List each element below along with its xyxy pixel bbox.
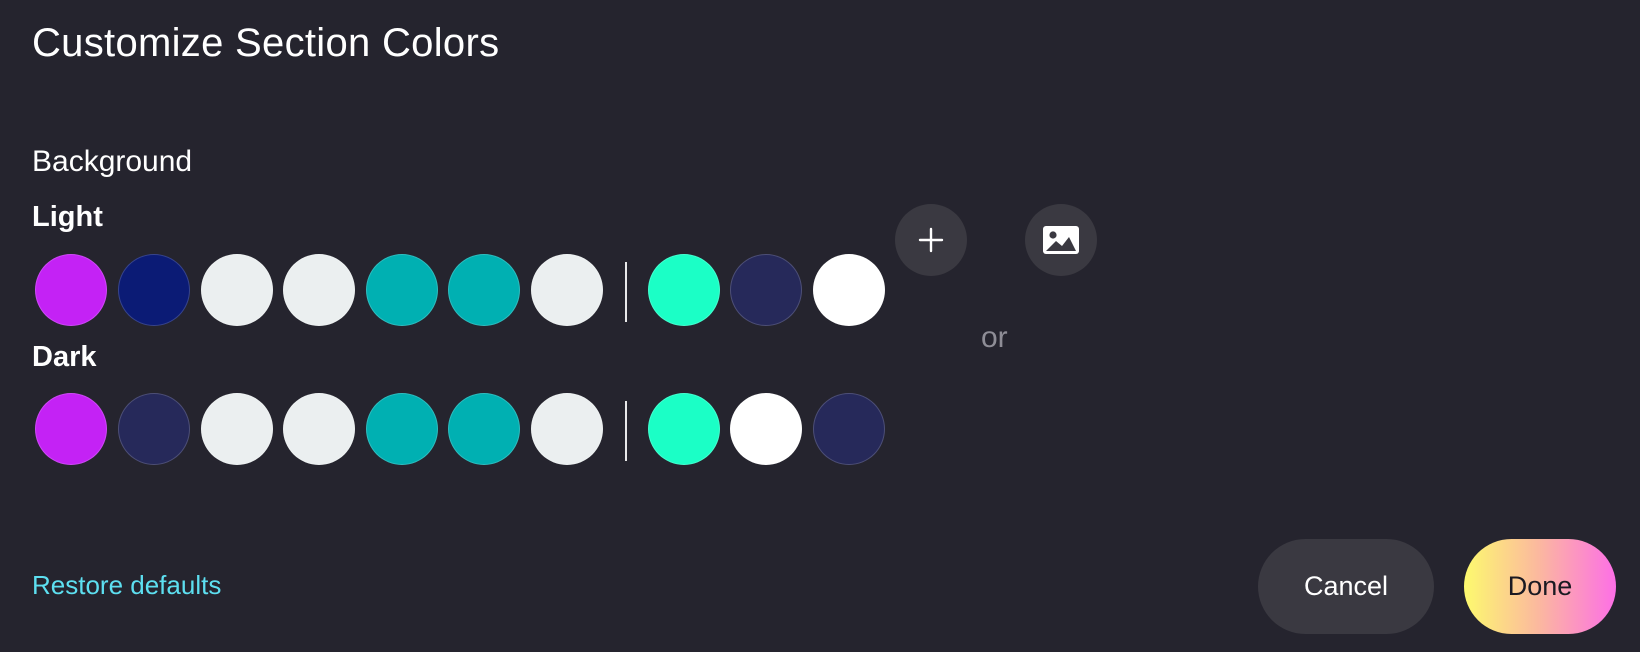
light-swatch-row <box>35 254 895 328</box>
customize-section-colors-dialog: Customize Section Colors Background Ligh… <box>0 0 1640 652</box>
light-swatch[interactable] <box>448 254 520 326</box>
background-image-button[interactable] <box>1025 204 1097 276</box>
dark-swatch[interactable] <box>35 393 107 465</box>
dark-swatch[interactable] <box>283 393 355 465</box>
dark-swatch-row <box>35 393 895 467</box>
dialog-title: Customize Section Colors <box>32 21 500 65</box>
dark-label: Dark <box>32 341 97 373</box>
dark-swatch[interactable] <box>531 393 603 465</box>
dark-swatch[interactable] <box>648 393 720 465</box>
image-icon <box>1043 226 1079 254</box>
dark-swatch[interactable] <box>730 393 802 465</box>
light-swatch[interactable] <box>201 254 273 326</box>
dark-swatch[interactable] <box>201 393 273 465</box>
dark-swatch[interactable] <box>813 393 885 465</box>
light-label: Light <box>32 201 103 233</box>
light-swatch[interactable] <box>531 254 603 326</box>
or-separator: or <box>981 321 1008 354</box>
dark-swatch[interactable] <box>118 393 190 465</box>
add-color-button[interactable] <box>895 204 967 276</box>
light-swatch[interactable] <box>283 254 355 326</box>
cancel-button[interactable]: Cancel <box>1258 539 1434 634</box>
dark-swatch[interactable] <box>448 393 520 465</box>
light-swatch[interactable] <box>730 254 802 326</box>
background-label: Background <box>32 145 193 178</box>
light-swatch[interactable] <box>648 254 720 326</box>
light-swatch[interactable] <box>35 254 107 326</box>
light-swatch[interactable] <box>366 254 438 326</box>
restore-defaults-link[interactable]: Restore defaults <box>32 568 221 602</box>
plus-icon <box>918 227 944 253</box>
swatch-divider <box>625 262 627 322</box>
swatch-divider <box>625 401 627 461</box>
done-button[interactable]: Done <box>1464 539 1616 634</box>
dark-swatch[interactable] <box>366 393 438 465</box>
light-swatch[interactable] <box>813 254 885 326</box>
light-swatch[interactable] <box>118 254 190 326</box>
